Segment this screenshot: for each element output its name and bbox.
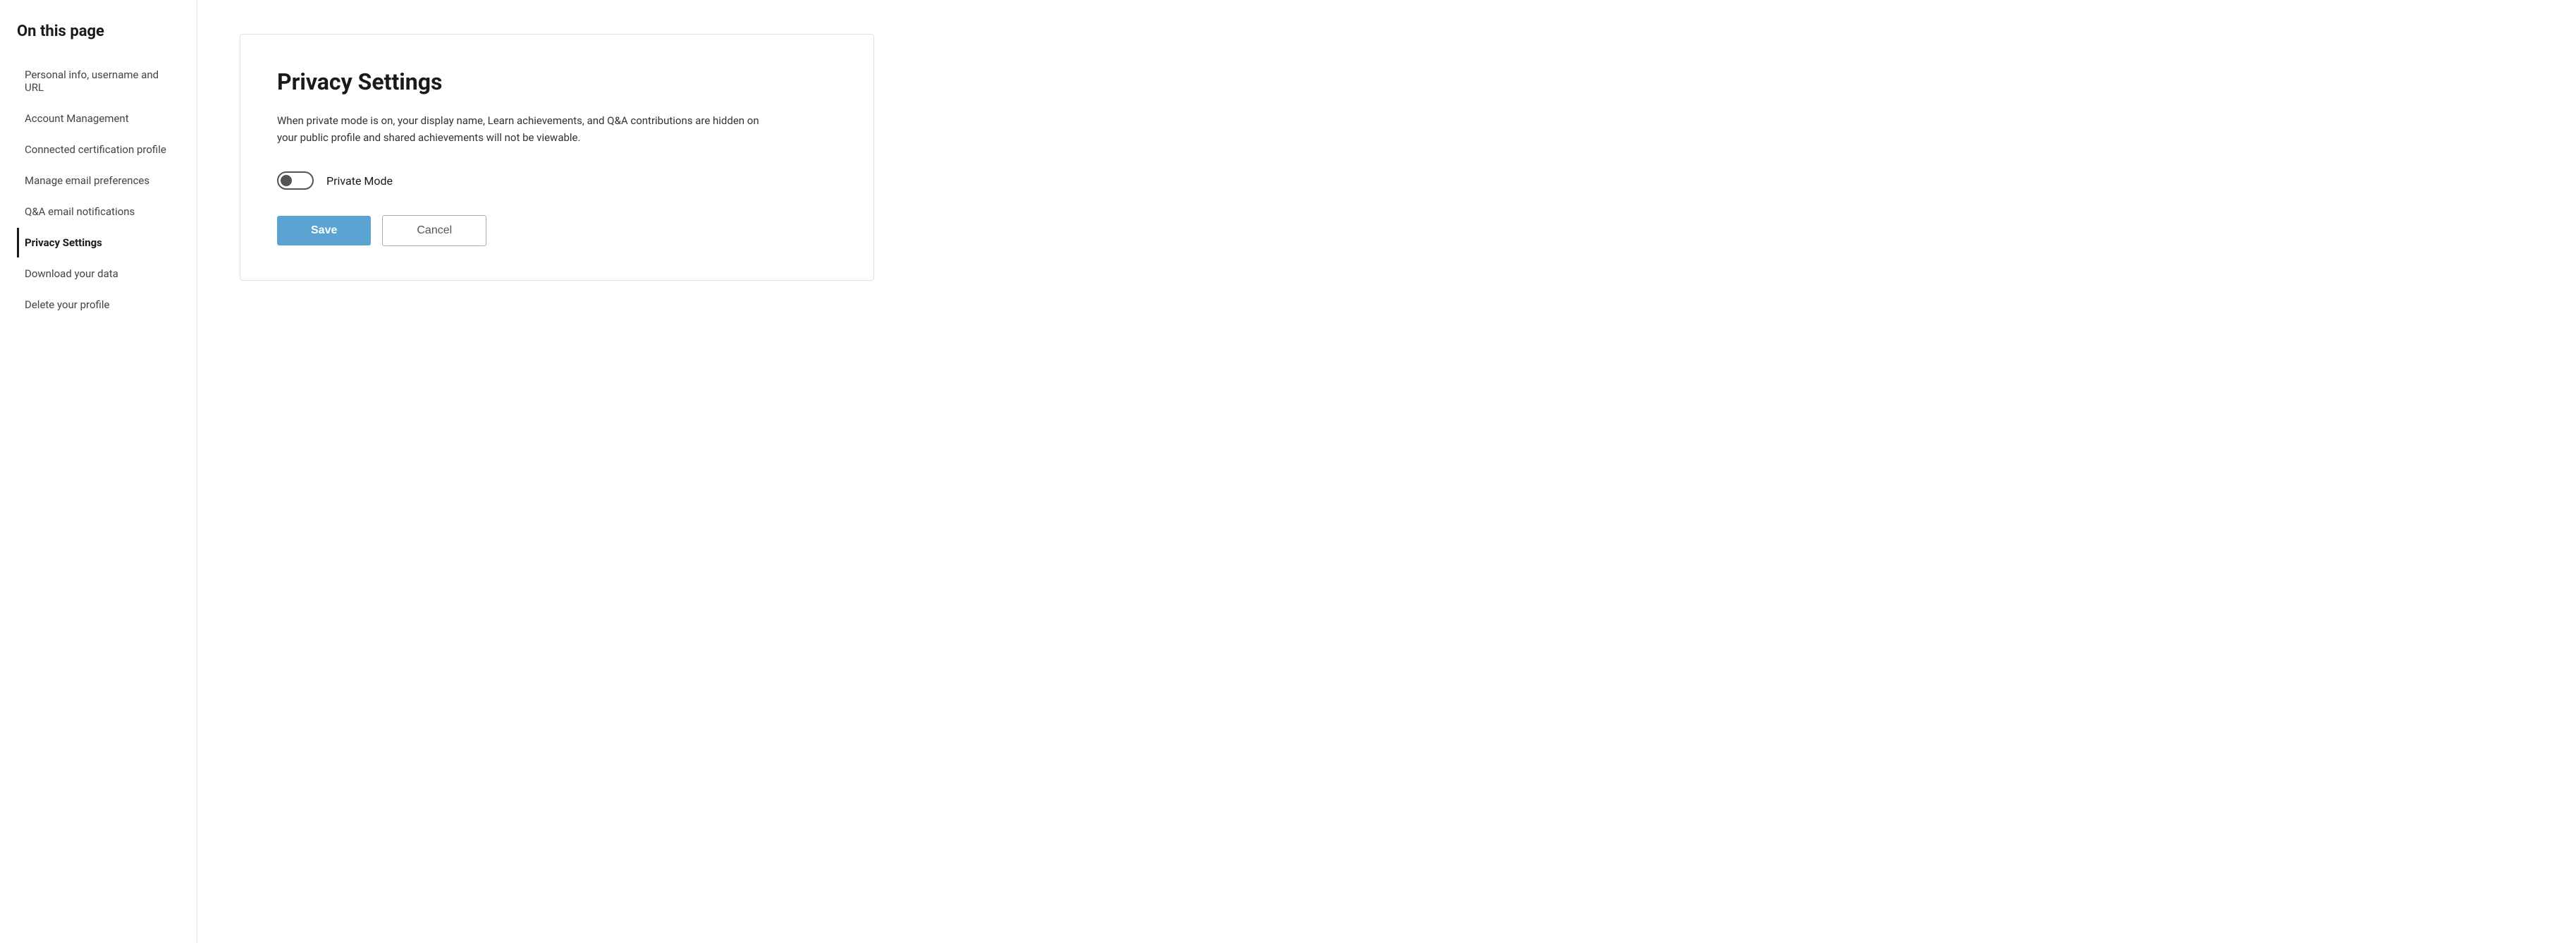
privacy-settings-card: Privacy Settings When private mode is on… xyxy=(240,34,874,281)
sidebar-item-download-data[interactable]: Download your data xyxy=(17,259,180,288)
sidebar-item-qa-notifications[interactable]: Q&A email notifications xyxy=(17,197,180,226)
main-content: Privacy Settings When private mode is on… xyxy=(197,0,2576,943)
sidebar-item-manage-email[interactable]: Manage email preferences xyxy=(17,166,180,195)
sidebar-item-privacy-settings[interactable]: Privacy Settings xyxy=(17,228,180,257)
toggle-label: Private Mode xyxy=(326,174,393,188)
sidebar-item-connected-cert[interactable]: Connected certification profile xyxy=(17,135,180,164)
section-title: Privacy Settings xyxy=(277,68,837,95)
nav-list: Personal info, username and URLAccount M… xyxy=(17,60,180,320)
cancel-button[interactable]: Cancel xyxy=(382,215,486,246)
sidebar-item-personal-info[interactable]: Personal info, username and URL xyxy=(17,60,180,102)
private-mode-toggle[interactable] xyxy=(277,171,314,190)
sidebar: On this page Personal info, username and… xyxy=(0,0,197,943)
sidebar-title: On this page xyxy=(17,23,180,40)
button-row: Save Cancel xyxy=(277,215,837,246)
toggle-track xyxy=(277,171,314,190)
toggle-thumb xyxy=(281,175,292,186)
sidebar-item-account-management[interactable]: Account Management xyxy=(17,104,180,133)
save-button[interactable]: Save xyxy=(277,216,371,245)
sidebar-item-delete-profile[interactable]: Delete your profile xyxy=(17,290,180,320)
toggle-row: Private Mode xyxy=(277,171,837,190)
section-description: When private mode is on, your display na… xyxy=(277,112,771,146)
